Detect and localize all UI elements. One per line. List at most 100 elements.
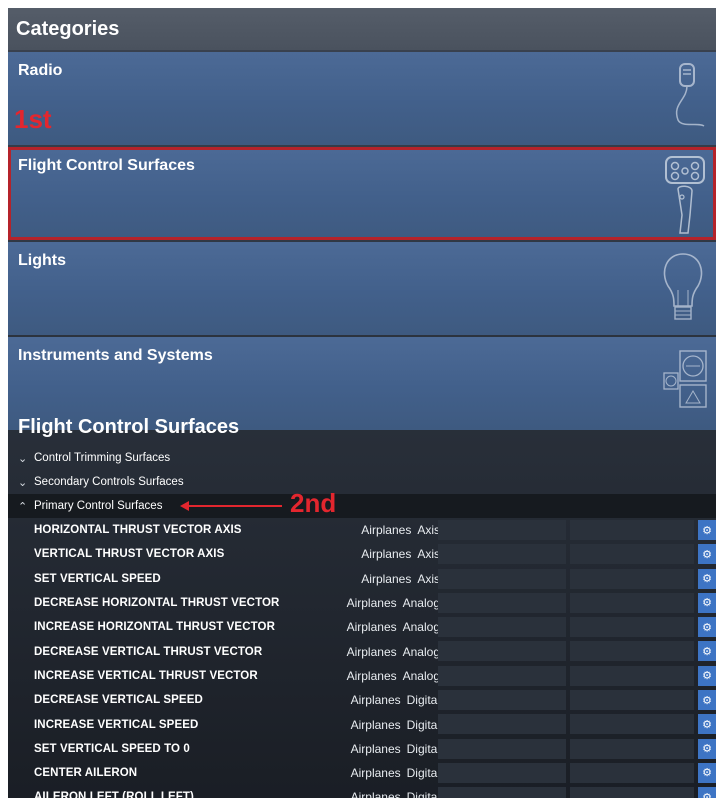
gear-icon[interactable]: ⚙ xyxy=(698,544,716,565)
group-label: Primary Control Surfaces xyxy=(34,500,163,512)
annotation-arrow xyxy=(180,501,282,511)
group-primary-control-surfaces[interactable]: ⌃ Primary Control Surfaces 2nd xyxy=(8,488,716,518)
binding-slot-1[interactable] xyxy=(438,690,566,711)
input-type-label: Axis xyxy=(417,547,440,562)
input-type-label: Digital xyxy=(406,693,440,708)
binding-slot-2[interactable] xyxy=(570,714,694,735)
table-row[interactable]: VERTICAL THRUST VECTOR AXIS Airplanes Axis… xyxy=(8,542,716,566)
table-row[interactable]: AILERON LEFT (ROLL LEFT) Airplanes Digital… xyxy=(8,785,716,798)
control-name: CENTER AILERON xyxy=(34,767,138,780)
chevron-down-icon: ⌄ xyxy=(18,476,28,489)
group-control-trimming-surfaces[interactable]: ⌄ Control Trimming Surfaces xyxy=(8,446,716,470)
binding-slot-1[interactable] xyxy=(438,568,566,589)
device-label: Airplanes xyxy=(346,644,397,659)
table-row[interactable]: SET VERTICAL SPEED TO 0 Airplanes Digital ⚙ xyxy=(8,737,716,761)
category-flight-control-surfaces[interactable]: Flight Control Surfaces xyxy=(8,147,716,240)
binding-slot-1[interactable] xyxy=(438,641,566,662)
device-label: Airplanes xyxy=(350,766,401,781)
categories-header: Categories xyxy=(8,8,716,50)
input-type-label: Axis xyxy=(417,571,440,586)
table-row[interactable]: DECREASE VERTICAL SPEED Airplanes Digital ⚙ xyxy=(8,688,716,712)
control-device-type: Airplanes Axis xyxy=(361,523,440,537)
gear-icon[interactable]: ⚙ xyxy=(698,641,716,662)
group-secondary-controls-surfaces[interactable]: ⌄ Secondary Controls Surfaces xyxy=(8,470,716,494)
binding-slot-2[interactable] xyxy=(570,787,694,798)
control-device-type: Airplanes Digital xyxy=(351,790,440,798)
binding-slot-1[interactable] xyxy=(438,787,566,798)
binding-slot-1[interactable] xyxy=(438,617,566,638)
table-row[interactable]: INCREASE VERTICAL THRUST VECTOR Airplanes… xyxy=(8,664,716,688)
binding-slot-1[interactable] xyxy=(438,592,566,613)
control-device-type: Airplanes Analog xyxy=(347,620,440,634)
control-device-type: Airplanes Digital xyxy=(351,766,440,780)
input-type-label: Axis xyxy=(417,523,440,538)
binding-slot-1[interactable] xyxy=(438,738,566,759)
group-label: Control Trimming Surfaces xyxy=(34,452,171,464)
flight-control-surfaces-section: Flight Control Surfaces ⌄ Control Trimmi… xyxy=(8,408,716,798)
binding-slot-2[interactable] xyxy=(570,641,694,662)
device-label: Airplanes xyxy=(361,523,412,538)
device-label: Airplanes xyxy=(350,693,401,708)
chevron-up-icon: ⌃ xyxy=(18,500,28,513)
gear-icon[interactable]: ⚙ xyxy=(698,520,716,540)
control-name: SET VERTICAL SPEED xyxy=(34,572,161,585)
binding-slot-2[interactable] xyxy=(570,665,694,686)
annotation-first: 1st xyxy=(14,104,52,134)
gear-icon[interactable]: ⚙ xyxy=(698,690,716,711)
binding-slot-1[interactable] xyxy=(438,544,566,565)
binding-slot-1[interactable] xyxy=(438,665,566,686)
table-row[interactable]: INCREASE VERTICAL SPEED Airplanes Digital ⚙ xyxy=(8,712,716,736)
input-type-label: Digital xyxy=(406,766,440,781)
table-row[interactable]: HORIZONTAL THRUST VECTOR AXIS Airplanes Ax… xyxy=(8,518,716,542)
binding-slot-2[interactable] xyxy=(570,762,694,783)
input-type-label: Analog xyxy=(402,644,440,659)
category-label: Radio xyxy=(18,62,63,79)
table-row[interactable]: INCREASE HORIZONTAL THRUST VECTOR Airplan… xyxy=(8,615,716,639)
table-row[interactable]: SET VERTICAL SPEED Airplanes Axis ⚙ xyxy=(8,567,716,591)
category-label: Flight Control Surfaces xyxy=(18,157,195,174)
control-name: DECREASE VERTICAL THRUST VECTOR xyxy=(34,645,263,658)
gear-icon[interactable]: ⚙ xyxy=(698,762,716,783)
group-label: Secondary Controls Surfaces xyxy=(34,476,184,488)
categories-title: Categories xyxy=(16,17,120,40)
gear-icon[interactable]: ⚙ xyxy=(698,568,716,589)
control-name: DECREASE HORIZONTAL THRUST VECTOR xyxy=(34,597,280,610)
category-radio[interactable]: Radio xyxy=(8,52,716,145)
gear-icon[interactable]: ⚙ xyxy=(698,738,716,759)
gear-icon[interactable]: ⚙ xyxy=(698,617,716,638)
device-label: Airplanes xyxy=(361,571,412,586)
table-row[interactable]: DECREASE VERTICAL THRUST VECTOR Airplanes… xyxy=(8,639,716,663)
control-name: AILERON LEFT (ROLL LEFT) xyxy=(34,791,194,798)
device-label: Airplanes xyxy=(346,668,397,683)
control-device-type: Airplanes Digital xyxy=(351,693,440,707)
gear-icon[interactable]: ⚙ xyxy=(698,787,716,798)
control-name: VERTICAL THRUST VECTOR AXIS xyxy=(34,548,225,561)
binding-slot-2[interactable] xyxy=(570,544,694,565)
gear-icon[interactable]: ⚙ xyxy=(698,714,716,735)
control-device-type: Airplanes Analog xyxy=(347,645,440,659)
binding-slot-2[interactable] xyxy=(570,520,694,540)
binding-slot-1[interactable] xyxy=(438,520,566,540)
control-device-type: Airplanes Analog xyxy=(347,669,440,683)
device-label: Airplanes xyxy=(346,596,397,611)
control-device-type: Airplanes Digital xyxy=(351,718,440,732)
device-label: Airplanes xyxy=(361,547,412,562)
gear-icon[interactable]: ⚙ xyxy=(698,665,716,686)
binding-slot-2[interactable] xyxy=(570,617,694,638)
gear-icon[interactable]: ⚙ xyxy=(698,592,716,613)
table-row[interactable]: CENTER AILERON Airplanes Digital ⚙ xyxy=(8,761,716,785)
control-name: HORIZONTAL THRUST VECTOR AXIS xyxy=(34,524,242,537)
binding-slot-2[interactable] xyxy=(570,568,694,589)
binding-slot-2[interactable] xyxy=(570,690,694,711)
binding-slot-1[interactable] xyxy=(438,762,566,783)
binding-slot-2[interactable] xyxy=(570,738,694,759)
binding-slot-1[interactable] xyxy=(438,714,566,735)
category-lights[interactable]: Lights xyxy=(8,242,716,335)
binding-slot-2[interactable] xyxy=(570,592,694,613)
device-label: Airplanes xyxy=(346,620,397,635)
table-row[interactable]: DECREASE HORIZONTAL THRUST VECTOR Airplan… xyxy=(8,591,716,615)
input-type-label: Analog xyxy=(402,596,440,611)
input-type-label: Digital xyxy=(406,717,440,732)
section-title: Flight Control Surfaces xyxy=(18,415,240,438)
device-label: Airplanes xyxy=(350,717,401,732)
